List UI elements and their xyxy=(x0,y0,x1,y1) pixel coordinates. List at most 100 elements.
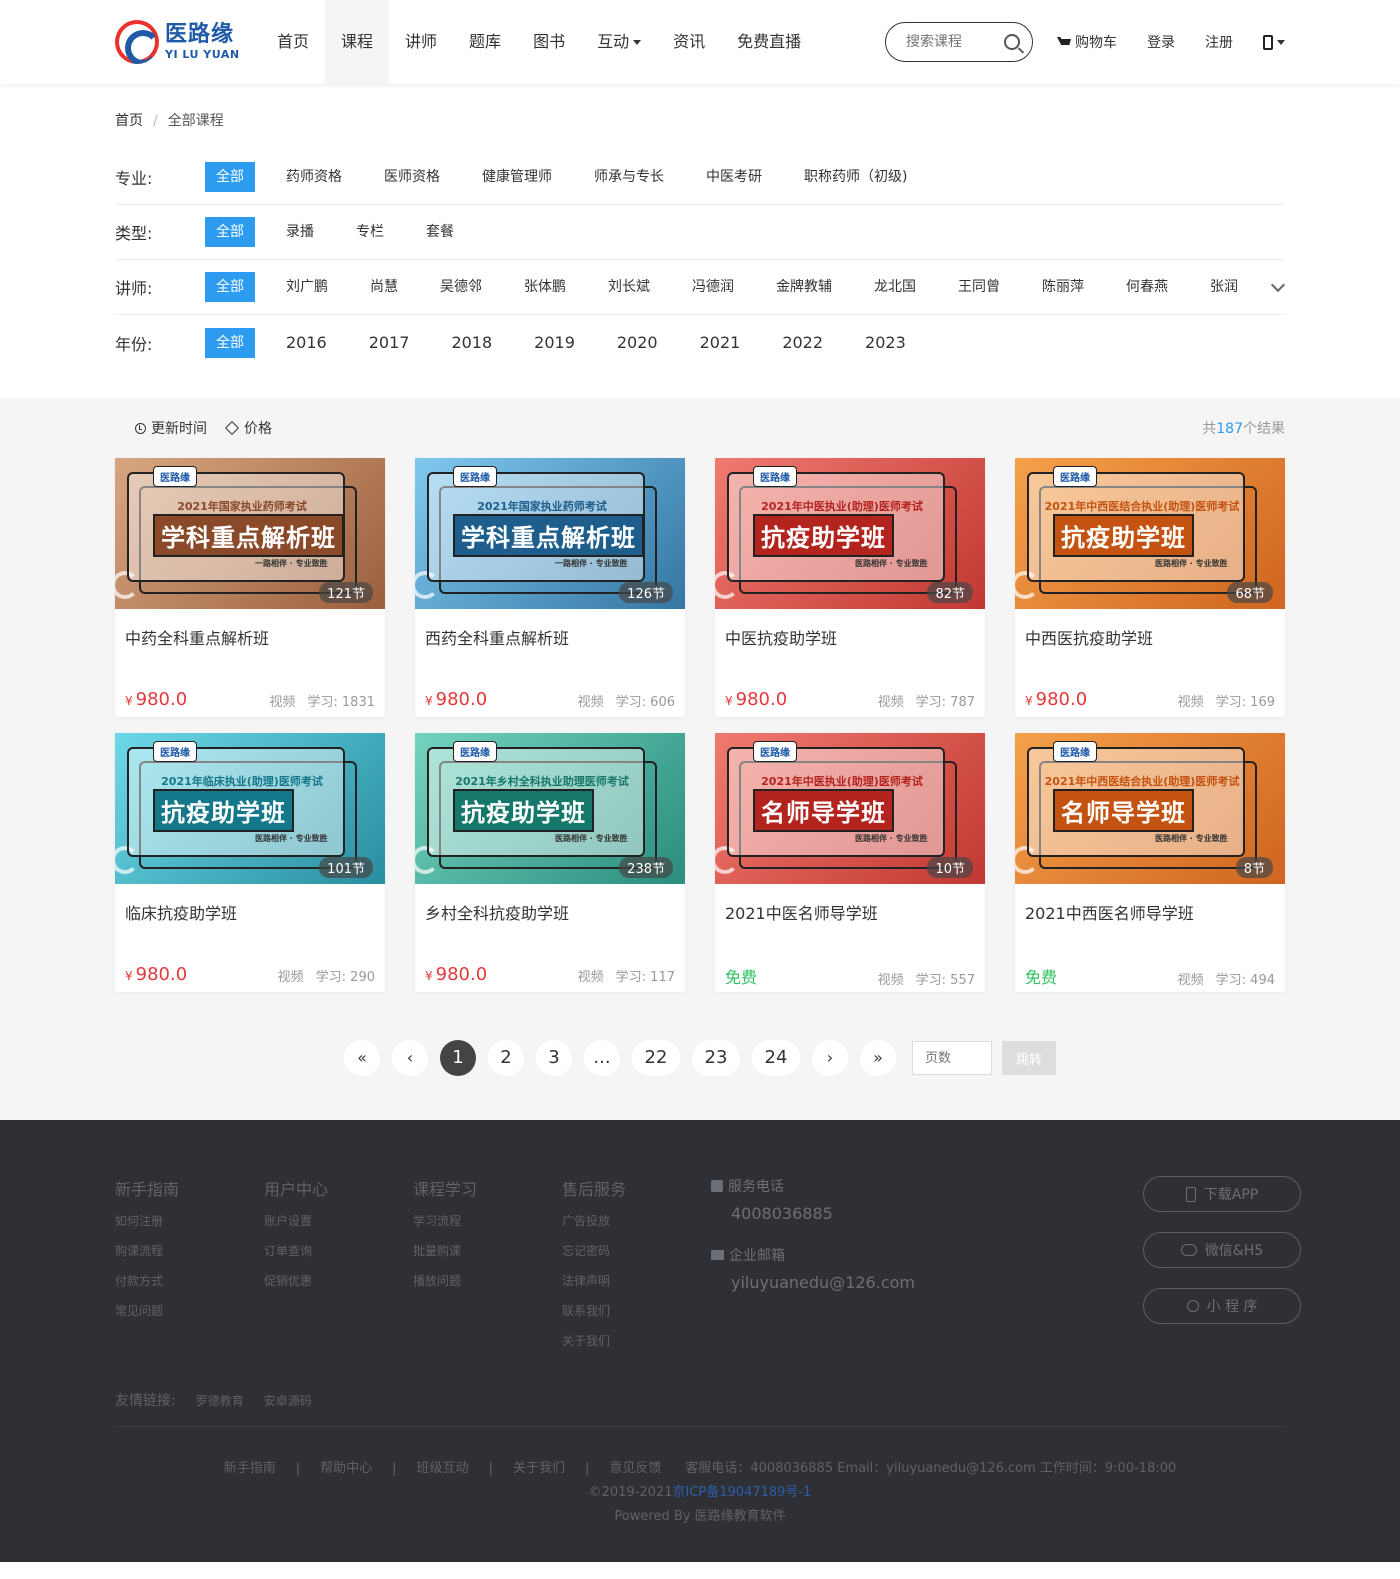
footer-bottom-link[interactable]: 帮助中心 xyxy=(320,1461,372,1476)
course-title[interactable]: 2021中医名师导学班 xyxy=(715,884,985,942)
course-thumbnail[interactable]: 医路缘 2021年国家执业药师考试 学科重点解析班 一路相伴 · 专业致胜 126节 xyxy=(415,458,685,609)
filter-option-specialty[interactable]: 医师资格 xyxy=(373,162,451,192)
mini-program-button[interactable]: 小 程 序 xyxy=(1143,1288,1301,1324)
filter-option-type[interactable]: 全部 xyxy=(205,217,255,247)
filter-option-teacher[interactable]: 刘长斌 xyxy=(597,272,661,302)
filter-option-year[interactable]: 2017 xyxy=(358,328,421,358)
pager-last-button[interactable]: » xyxy=(860,1040,896,1076)
pager-page-button[interactable]: 2 xyxy=(488,1040,524,1076)
filter-option-specialty[interactable]: 健康管理师 xyxy=(471,162,563,192)
footer-link[interactable]: 账户设置 xyxy=(264,1213,413,1230)
footer-link[interactable]: 忘记密码 xyxy=(562,1243,711,1260)
course-card[interactable]: 医路缘 2021年国家执业药师考试 学科重点解析班 一路相伴 · 专业致胜 121节 中药… xyxy=(115,458,385,717)
nav-item-3[interactable]: 题库 xyxy=(453,0,517,84)
filter-option-year[interactable]: 2021 xyxy=(689,328,752,358)
sort-update-time[interactable]: 更新时间 xyxy=(135,418,207,438)
expand-chevron-icon[interactable] xyxy=(1271,280,1285,294)
nav-item-7[interactable]: 免费直播 xyxy=(721,0,817,84)
course-title[interactable]: 西药全科重点解析班 xyxy=(415,609,685,667)
footer-link[interactable]: 批量购课 xyxy=(413,1243,562,1260)
course-title[interactable]: 中药全科重点解析班 xyxy=(115,609,385,667)
cart-link[interactable]: 购物车 xyxy=(1057,32,1117,52)
filter-option-year[interactable]: 2019 xyxy=(523,328,586,358)
footer-link[interactable]: 购课流程 xyxy=(115,1243,264,1260)
wechat-button[interactable]: 微信&H5 xyxy=(1143,1232,1301,1268)
course-card[interactable]: 医路缘 2021年中医执业(助理)医师考试 抗疫助学班 医路相伴 · 专业致胜 82节中… xyxy=(715,458,985,717)
filter-option-teacher[interactable]: 何春燕 xyxy=(1115,272,1179,302)
footer-link[interactable]: 促销优惠 xyxy=(264,1273,413,1290)
filter-option-year[interactable]: 2022 xyxy=(771,328,834,358)
filter-option-teacher[interactable]: 尚慧 xyxy=(359,272,409,302)
footer-bottom-link[interactable]: 班级互动 xyxy=(417,1461,469,1476)
nav-item-0[interactable]: 首页 xyxy=(261,0,325,84)
footer-link[interactable]: 法律声明 xyxy=(562,1273,711,1290)
footer-link[interactable]: 广告投放 xyxy=(562,1213,711,1230)
pager-page-button[interactable]: ... xyxy=(584,1040,620,1076)
register-link[interactable]: 注册 xyxy=(1205,32,1233,52)
login-link[interactable]: 登录 xyxy=(1147,32,1175,52)
course-thumbnail[interactable]: 医路缘 2021年中西医结合执业(助理)医师考试 名师导学班 医路相伴 · 专业致胜 8… xyxy=(1015,733,1285,884)
footer-bottom-link[interactable]: 关于我们 xyxy=(513,1461,565,1476)
pager-page-button[interactable]: 24 xyxy=(752,1040,800,1076)
mobile-menu[interactable] xyxy=(1263,34,1285,50)
course-card[interactable]: 医路缘 2021年中医执业(助理)医师考试 名师导学班 医路相伴 · 专业致胜 10节 2… xyxy=(715,733,985,992)
footer-bottom-link[interactable]: 新手指南 xyxy=(224,1461,276,1476)
search-input[interactable] xyxy=(906,34,996,50)
nav-item-6[interactable]: 资讯 xyxy=(657,0,721,84)
filter-option-specialty[interactable]: 全部 xyxy=(205,162,255,192)
course-thumbnail[interactable]: 医路缘 2021年国家执业药师考试 学科重点解析班 一路相伴 · 专业致胜 121节 xyxy=(115,458,385,609)
pager-page-button[interactable]: 1 xyxy=(440,1040,476,1076)
filter-option-type[interactable]: 录播 xyxy=(275,217,325,247)
friend-link[interactable]: 安卓源码 xyxy=(264,1392,312,1409)
search-box[interactable] xyxy=(885,22,1033,62)
footer-link[interactable]: 常见问题 xyxy=(115,1303,264,1320)
filter-option-year[interactable]: 2020 xyxy=(606,328,669,358)
breadcrumb-home[interactable]: 首页 xyxy=(115,113,143,129)
go-page-button[interactable]: 跳转 xyxy=(1002,1041,1056,1075)
course-thumbnail[interactable]: 医路缘 2021年中医执业(助理)医师考试 抗疫助学班 医路相伴 · 专业致胜 82节 xyxy=(715,458,985,609)
footer-link[interactable]: 付款方式 xyxy=(115,1273,264,1290)
footer-link[interactable]: 如何注册 xyxy=(115,1213,264,1230)
logo[interactable]: 医路缘 YI LU YUAN xyxy=(115,0,257,84)
filter-option-specialty[interactable]: 中医考研 xyxy=(695,162,773,192)
filter-option-teacher[interactable]: 王同曾 xyxy=(947,272,1011,302)
pager-first-button[interactable]: « xyxy=(344,1040,380,1076)
filter-option-specialty[interactable]: 师承与专长 xyxy=(583,162,675,192)
pager-prev-button[interactable]: ‹ xyxy=(392,1040,428,1076)
pager-page-button[interactable]: 23 xyxy=(692,1040,740,1076)
sort-price[interactable]: 价格 xyxy=(224,418,272,438)
footer-link[interactable]: 订单查询 xyxy=(264,1243,413,1260)
filter-option-teacher[interactable]: 吴德邻 xyxy=(429,272,493,302)
course-title[interactable]: 乡村全科抗疫助学班 xyxy=(415,884,685,942)
page-number-input[interactable] xyxy=(912,1041,992,1075)
course-card[interactable]: 医路缘 2021年中西医结合执业(助理)医师考试 名师导学班 医路相伴 · 专业致胜 8… xyxy=(1015,733,1285,992)
course-card[interactable]: 医路缘 2021年国家执业药师考试 学科重点解析班 一路相伴 · 专业致胜 126节 西药… xyxy=(415,458,685,717)
course-title[interactable]: 临床抗疫助学班 xyxy=(115,884,385,942)
filter-option-year[interactable]: 全部 xyxy=(205,327,255,358)
footer-link[interactable]: 关于我们 xyxy=(562,1333,711,1350)
course-title[interactable]: 中西医抗疫助学班 xyxy=(1015,609,1285,667)
course-card[interactable]: 医路缘 2021年乡村全科执业助理医师考试 抗疫助学班 医路相伴 · 专业致胜 238节… xyxy=(415,733,685,992)
filter-option-year[interactable]: 2018 xyxy=(440,328,503,358)
footer-link[interactable]: 学习流程 xyxy=(413,1213,562,1230)
filter-option-teacher[interactable]: 陈丽萍 xyxy=(1031,272,1095,302)
friend-link[interactable]: 罗德教育 xyxy=(196,1392,244,1409)
download-app-button[interactable]: 下载APP xyxy=(1143,1176,1301,1212)
course-card[interactable]: 医路缘 2021年临床执业(助理)医师考试 抗疫助学班 医路相伴 · 专业致胜 101节… xyxy=(115,733,385,992)
filter-option-year[interactable]: 2023 xyxy=(854,328,917,358)
nav-item-5[interactable]: 互动 xyxy=(581,0,657,84)
search-icon[interactable] xyxy=(1004,34,1020,50)
pager-page-button[interactable]: 22 xyxy=(632,1040,680,1076)
filter-option-teacher[interactable]: 龙北国 xyxy=(863,272,927,302)
filter-option-teacher[interactable]: 冯德润 xyxy=(681,272,745,302)
course-title[interactable]: 2021中西医名师导学班 xyxy=(1015,884,1285,942)
pager-page-button[interactable]: 3 xyxy=(536,1040,572,1076)
footer-link[interactable]: 联系我们 xyxy=(562,1303,711,1320)
filter-option-type[interactable]: 套餐 xyxy=(415,217,465,247)
icp-link[interactable]: 京ICP备19047189号-1 xyxy=(672,1485,811,1500)
footer-link[interactable]: 播放问题 xyxy=(413,1273,562,1290)
filter-option-teacher[interactable]: 张体鹏 xyxy=(513,272,577,302)
footer-bottom-link[interactable]: 意见反馈 xyxy=(609,1461,661,1476)
filter-option-specialty[interactable]: 药师资格 xyxy=(275,162,353,192)
filter-option-specialty[interactable]: 职称药师（初级) xyxy=(793,162,918,192)
